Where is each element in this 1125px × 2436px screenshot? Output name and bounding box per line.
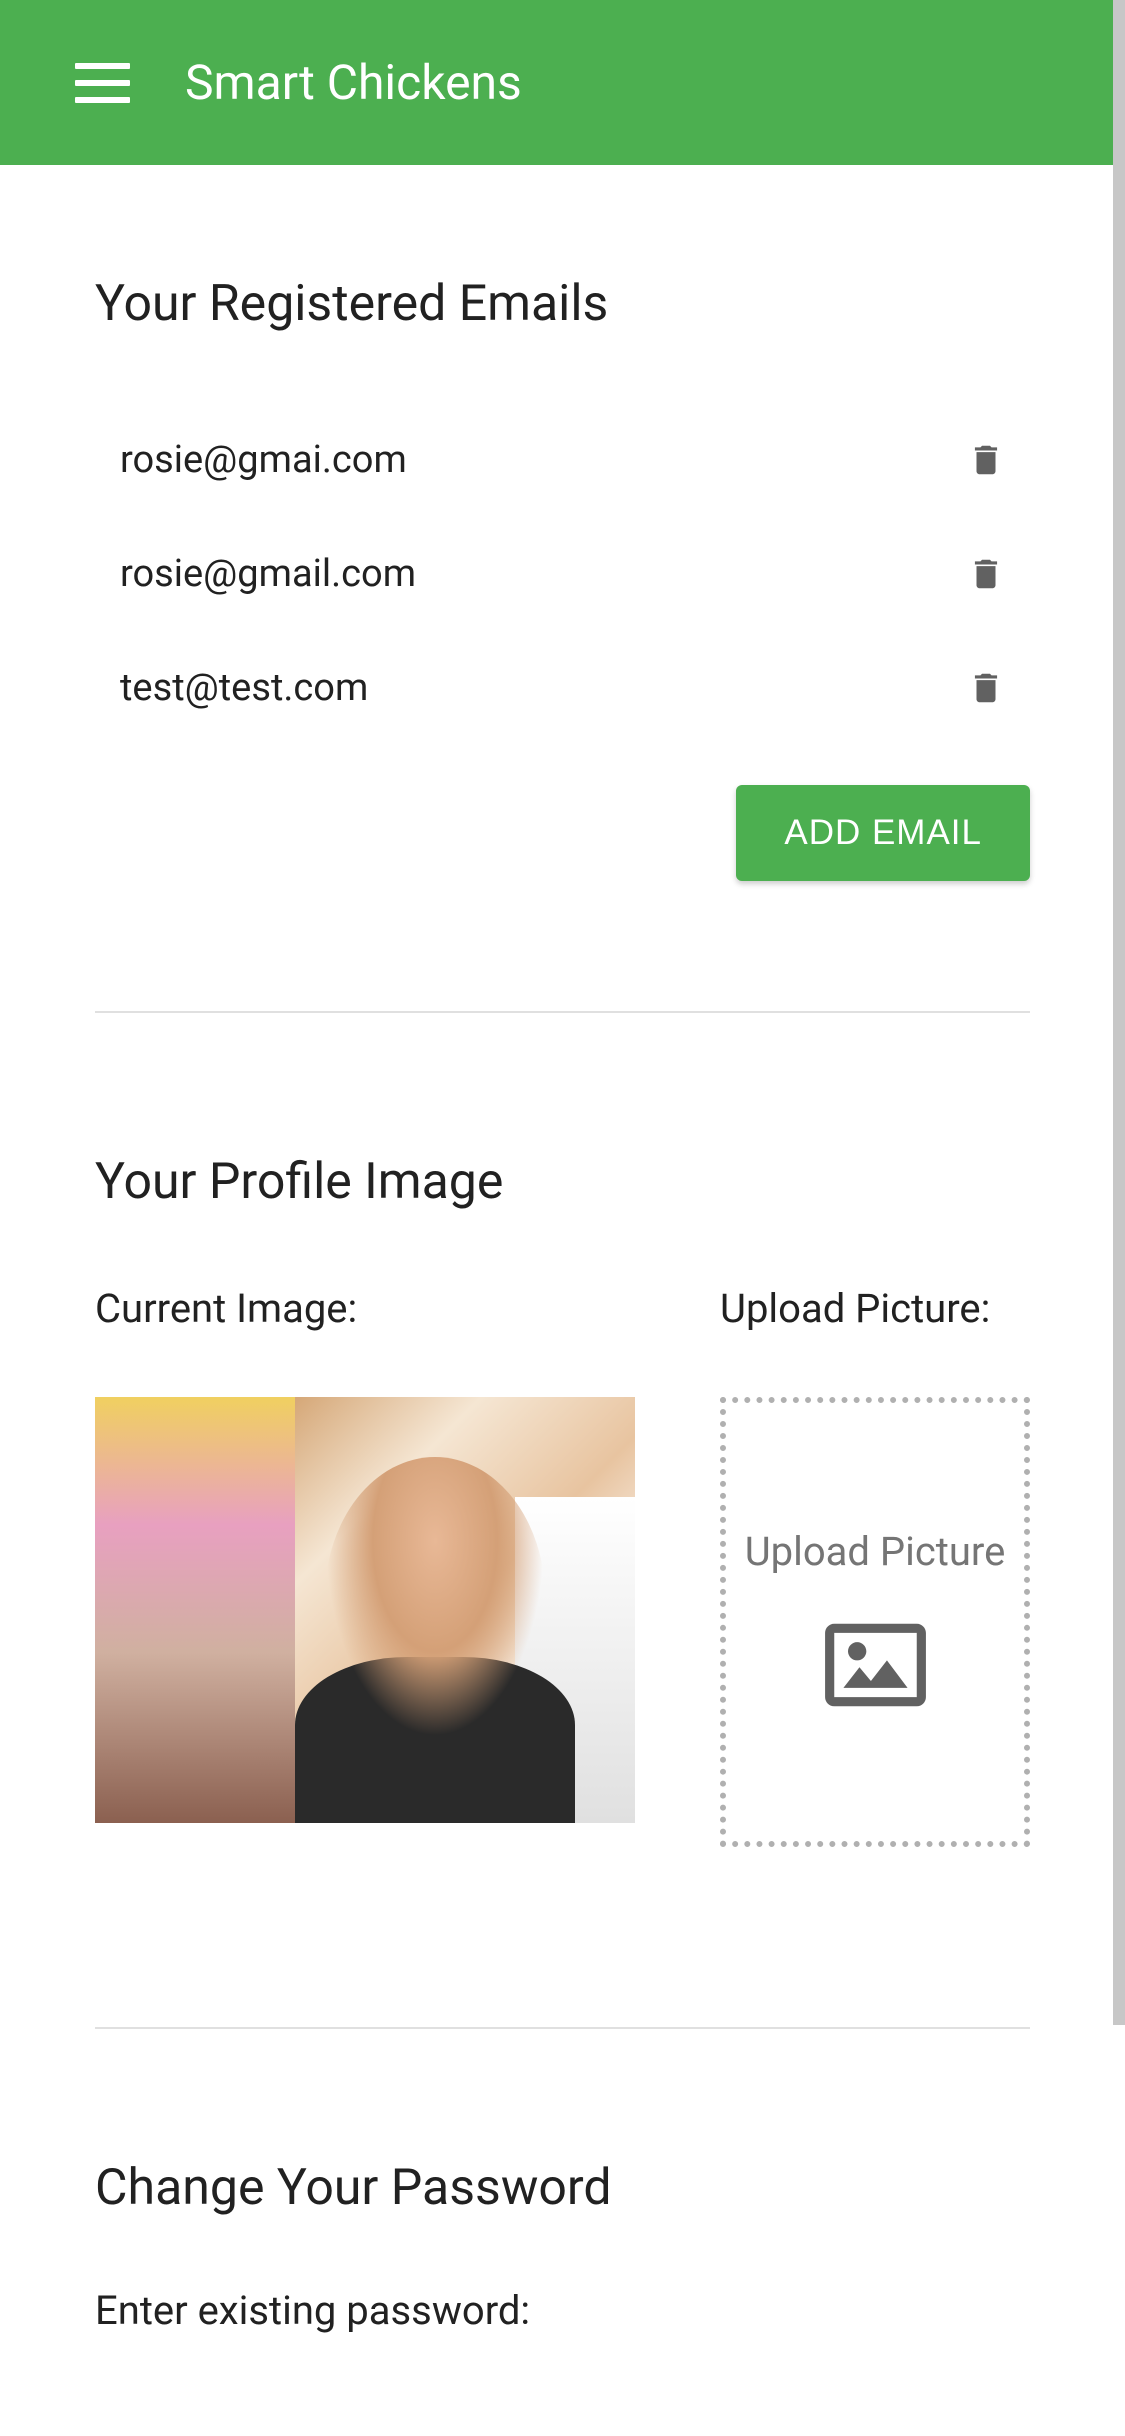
trash-icon[interactable]: [967, 666, 1005, 710]
menu-icon[interactable]: [75, 63, 130, 103]
email-item: rosie@gmail.com: [95, 517, 1030, 631]
current-image-label: Current Image:: [95, 1281, 635, 1337]
emails-heading: Your Registered Emails: [95, 275, 1030, 333]
upload-picture-dropzone[interactable]: Upload Picture: [720, 1397, 1030, 1847]
profile-row: Current Image: Upload Picture: Upload Pi…: [95, 1281, 1030, 1847]
picture-icon: [803, 1610, 948, 1720]
email-address: rosie@gmail.com: [120, 552, 416, 596]
add-email-row: ADD EMAIL: [95, 785, 1030, 881]
scrollbar[interactable]: [1113, 0, 1125, 2025]
existing-password-label: Enter existing password:: [95, 2287, 1030, 2334]
current-image-column: Current Image:: [95, 1281, 635, 1847]
password-section: Change Your Password Enter existing pass…: [95, 2159, 1030, 2334]
upload-column: Upload Picture: Upload Picture: [720, 1281, 1030, 1847]
profile-heading: Your Profile Image: [95, 1153, 1030, 1211]
upload-label: Upload Picture:: [720, 1281, 1030, 1337]
app-header: Smart Chickens: [0, 0, 1125, 165]
upload-box-text: Upload Picture: [745, 1524, 1006, 1580]
email-item: rosie@gmai.com: [95, 403, 1030, 517]
profile-image: [95, 1397, 635, 1823]
email-item: test@test.com: [95, 631, 1030, 745]
email-address: rosie@gmai.com: [120, 438, 407, 482]
main-content: Your Registered Emails rosie@gmai.com ro…: [0, 165, 1125, 2334]
section-divider: [95, 2027, 1030, 2029]
password-heading: Change Your Password: [95, 2159, 1030, 2217]
email-list: rosie@gmai.com rosie@gmail.com test@test…: [95, 403, 1030, 745]
add-email-button[interactable]: ADD EMAIL: [736, 785, 1030, 881]
email-address: test@test.com: [120, 666, 368, 710]
trash-icon[interactable]: [967, 552, 1005, 596]
trash-icon[interactable]: [967, 438, 1005, 482]
app-title: Smart Chickens: [185, 54, 522, 111]
section-divider: [95, 1011, 1030, 1013]
